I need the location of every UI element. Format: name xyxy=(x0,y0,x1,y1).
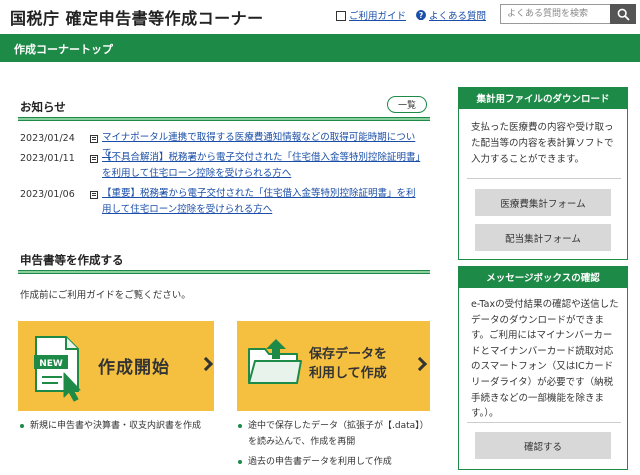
search-input[interactable] xyxy=(500,4,610,24)
confirm-message-box-button[interactable]: 確認する xyxy=(475,432,611,459)
message-box-panel: メッセージボックスの確認 e-Taxの受付結果の確認や送信したデータのダウンロー… xyxy=(458,266,628,470)
resume-label: 保存データを 利用して作成 xyxy=(309,345,387,383)
site-title[interactable]: 国税庁 確定申告書等作成コーナー xyxy=(10,5,264,29)
folder-upload-icon xyxy=(248,339,302,384)
guide-link[interactable]: ご利用ガイド xyxy=(336,8,406,22)
document-icon xyxy=(90,155,98,163)
new-document-icon: NEW xyxy=(34,336,81,402)
message-box-panel-divider xyxy=(467,422,621,423)
dividend-form-button[interactable]: 配当集計フォーム xyxy=(475,224,611,251)
page-title-bar: 作成コーナートップ xyxy=(0,34,640,62)
notice-link[interactable]: 【不具合解消】税務署から電子交付された「住宅借入金等特別控除証明書」を利用して住… xyxy=(102,150,424,182)
notice-date: 2023/01/06 xyxy=(20,189,75,200)
new-badge: NEW xyxy=(39,359,63,369)
notice-link[interactable]: 【重要】税務署から電子交付された「住宅借入金等特別控除証明書」を利用して住宅ロー… xyxy=(102,186,424,218)
faq-link[interactable]: ? よくある質問 xyxy=(416,8,486,22)
start-creation-label: 作成開始 xyxy=(98,358,170,378)
guide-link-label: ご利用ガイド xyxy=(349,11,407,22)
message-box-panel-title: メッセージボックスの確認 xyxy=(458,266,628,288)
site-header: 国税庁 確定申告書等作成コーナー ご利用ガイド ? よくある質問 xyxy=(0,0,640,32)
download-panel-divider xyxy=(467,178,621,179)
notices-divider xyxy=(18,117,430,121)
search-button[interactable] xyxy=(610,4,636,24)
past-data-note: 過去の申告書データを利用して作成 xyxy=(238,454,432,470)
document-icon xyxy=(90,191,98,199)
chevron-right-icon xyxy=(412,356,428,372)
notice-date: 2023/01/24 xyxy=(20,133,75,144)
medical-expense-form-button[interactable]: 医療費集計フォーム xyxy=(475,189,611,216)
start-creation-note: 新規に申告書や決算書・収支内訳書を作成 xyxy=(20,418,216,434)
page-title: 作成コーナートップ xyxy=(14,43,113,56)
resume-from-saved-data-button[interactable]: 保存データを 利用して作成 xyxy=(237,321,430,411)
download-panel-title: 集計用ファイルのダウンロード xyxy=(458,87,628,109)
notice-date: 2023/01/11 xyxy=(20,153,75,164)
resume-label-line2: 利用して作成 xyxy=(309,366,387,381)
question-icon: ? xyxy=(416,10,426,20)
create-heading: 申告書等を作成する xyxy=(20,253,124,267)
download-panel: 集計用ファイルのダウンロード 支払った医療費の内容や受け取った配当等の内容を表計… xyxy=(458,87,628,260)
create-divider xyxy=(18,270,430,274)
book-icon xyxy=(336,10,346,21)
resume-label-line1: 保存データを xyxy=(309,347,388,362)
create-description: 作成前にご利用ガイドをご覧ください。 xyxy=(20,290,191,301)
faq-link-label: よくある質問 xyxy=(429,11,487,22)
message-box-panel-text: e-Taxの受付結果の確認や送信したデータのダウンロードができます。ご利用にはマ… xyxy=(471,299,619,420)
chevron-right-icon xyxy=(198,356,214,372)
document-icon xyxy=(90,135,98,143)
search-icon xyxy=(617,8,630,21)
notices-heading: お知らせ xyxy=(20,100,66,114)
start-creation-button[interactable]: NEW 作成開始 xyxy=(18,321,214,411)
resume-note: 途中で保存したデータ（拡張子が【.data】）を読み込んで、作成を再開 xyxy=(238,418,432,450)
download-panel-text: 支払った医療費の内容や受け取った配当等の内容を表計算ソフトで入力することができま… xyxy=(471,122,614,165)
notices-list-button[interactable]: 一覧 xyxy=(387,96,427,113)
